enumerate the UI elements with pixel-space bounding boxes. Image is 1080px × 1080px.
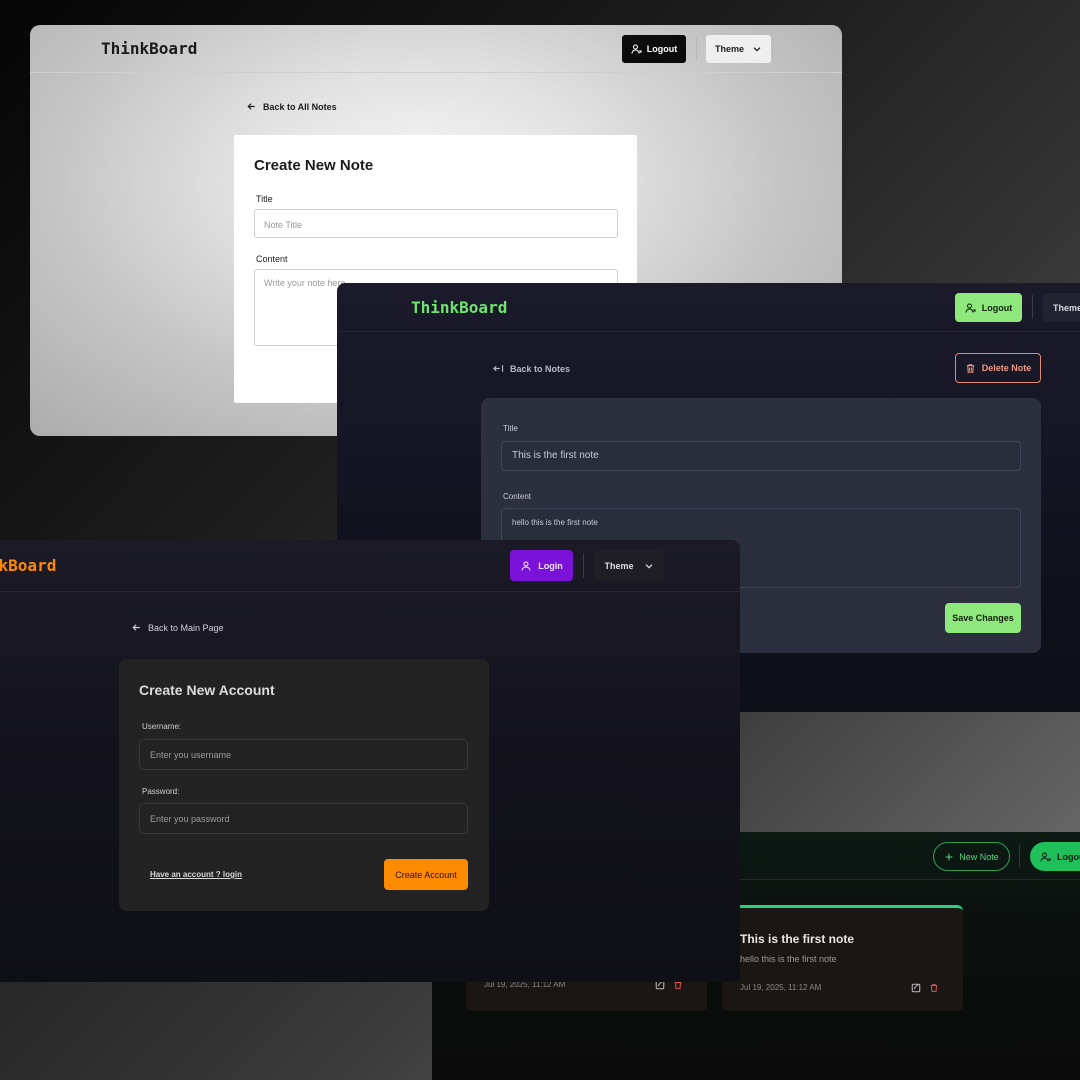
theme-label: Theme <box>714 44 744 54</box>
theme-dropdown[interactable]: Theme <box>706 35 771 63</box>
back-link[interactable]: Back to Notes <box>492 363 570 374</box>
logout-button[interactable]: Logout <box>1030 842 1080 871</box>
login-label: Login <box>538 560 563 571</box>
password-label: Password: <box>142 787 180 796</box>
theme-dropdown[interactable]: Theme <box>594 550 664 581</box>
title-input[interactable]: This is the first note <box>501 441 1021 471</box>
theme-label: Theme <box>604 560 634 571</box>
divider <box>1019 844 1020 868</box>
theme-dropdown[interactable]: Theme <box>1043 293 1080 322</box>
content-label: Content <box>256 254 288 264</box>
edit-icon[interactable] <box>911 983 921 993</box>
theme-label: Theme <box>1053 302 1080 313</box>
content-label: Content <box>503 492 532 501</box>
arrow-left-icon <box>492 363 504 374</box>
divider <box>696 37 697 61</box>
note-title: This is the first note <box>740 932 855 946</box>
card-title: Create New Note <box>254 157 374 174</box>
logout-label: Logout <box>1057 851 1080 862</box>
back-label: Back to Notes <box>510 363 571 374</box>
brand-logo[interactable]: ThinkBoard <box>0 556 56 575</box>
trash-icon <box>965 363 976 374</box>
new-note-button[interactable]: New Note <box>933 842 1010 871</box>
create-account-card: Create New Account Username: Enter you u… <box>119 659 489 911</box>
navbar: ThinkBoard Logout Theme <box>337 283 1080 332</box>
divider <box>583 553 584 578</box>
user-icon <box>520 560 532 572</box>
create-account-button[interactable]: Create Account <box>384 859 468 890</box>
back-link[interactable]: Back to All Notes <box>246 101 337 112</box>
back-label: Back to All Notes <box>263 101 337 112</box>
user-x-icon <box>631 43 643 55</box>
note-date: Jul 19, 2025, 11:12 AM <box>740 983 822 992</box>
login-link[interactable]: Have an account ? login <box>150 870 242 879</box>
card-title: Create New Account <box>139 682 275 698</box>
title-input[interactable]: Note Title <box>254 209 618 238</box>
trash-icon[interactable] <box>929 983 939 993</box>
save-changes-button[interactable]: Save Changes <box>945 603 1021 633</box>
delete-note-button[interactable]: Delete Note <box>955 353 1041 383</box>
note-body: hello this is the first note <box>740 954 837 964</box>
navbar: ThinkBoard Logout Theme <box>30 25 842 73</box>
arrow-left-icon <box>131 622 142 633</box>
user-x-icon <box>1040 851 1052 863</box>
plus-icon <box>944 852 954 862</box>
username-label: Username: <box>142 722 182 731</box>
brand-logo[interactable]: ThinkBoard <box>411 298 507 317</box>
logout-button[interactable]: Logout <box>622 35 686 63</box>
navbar: ThinkBoard Login Theme <box>0 540 740 592</box>
logout-label: Logout <box>646 44 678 54</box>
divider <box>1032 295 1033 319</box>
logout-label: Logout <box>981 302 1013 313</box>
note-actions <box>911 983 939 993</box>
new-note-label: New Note <box>959 851 999 862</box>
user-x-icon <box>965 302 977 314</box>
username-input[interactable]: Enter you username <box>139 739 468 770</box>
chevron-down-icon <box>752 44 762 54</box>
back-link[interactable]: Back to Main Page <box>131 622 224 633</box>
title-label: Title <box>503 424 518 433</box>
delete-label: Delete Note <box>981 363 1032 373</box>
title-label: Title <box>256 194 273 204</box>
chevron-down-icon <box>644 561 654 571</box>
logout-button[interactable]: Logout <box>955 293 1022 322</box>
note-card[interactable]: This is the first note hello this is the… <box>722 905 963 1011</box>
create-account-window: ThinkBoard Login Theme Back to Main Page… <box>0 540 740 982</box>
password-input[interactable]: Enter you password <box>139 803 468 834</box>
brand-logo[interactable]: ThinkBoard <box>101 39 197 58</box>
back-label: Back to Main Page <box>148 622 224 633</box>
arrow-left-icon <box>246 101 257 112</box>
login-button[interactable]: Login <box>510 550 573 581</box>
